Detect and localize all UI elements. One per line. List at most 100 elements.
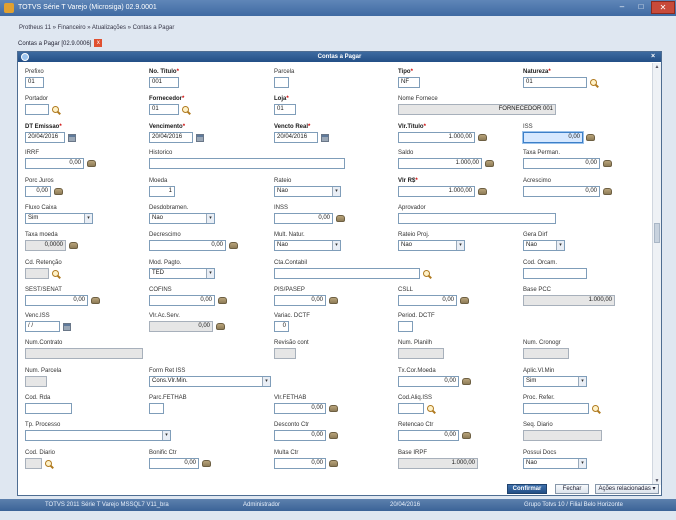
- calculator-icon[interactable]: [603, 160, 612, 167]
- porc-juros-field[interactable]: 0,00: [25, 186, 51, 197]
- tx-cor-moeda-field[interactable]: 0,00: [398, 376, 459, 387]
- pis-pasep-field[interactable]: 0,00: [274, 295, 326, 306]
- loja-field[interactable]: 01: [274, 104, 296, 115]
- calculator-icon[interactable]: [218, 297, 227, 304]
- calculator-icon[interactable]: [478, 134, 487, 141]
- maximize-icon[interactable]: □: [632, 1, 650, 14]
- fornecedor-field[interactable]: 01: [149, 104, 179, 115]
- desdobramen-select[interactable]: Nao ▾: [149, 213, 215, 224]
- decrescimo-field[interactable]: 0,00: [149, 240, 226, 251]
- dropdown-arrow-icon[interactable]: ▾: [206, 214, 214, 223]
- calculator-icon[interactable]: [229, 242, 238, 249]
- calculator-icon[interactable]: [603, 188, 612, 195]
- calculator-icon[interactable]: [202, 460, 211, 467]
- calculator-icon[interactable]: [586, 134, 595, 141]
- calculator-icon[interactable]: [478, 188, 487, 195]
- aprovador-field[interactable]: [398, 213, 556, 224]
- calculator-icon[interactable]: [91, 297, 100, 304]
- variac-dctf-field[interactable]: 0: [274, 321, 289, 332]
- dropdown-arrow-icon[interactable]: ▾: [556, 241, 564, 250]
- tp-processo-select[interactable]: ▾: [25, 430, 171, 441]
- dropdown-arrow-icon[interactable]: ▾: [332, 187, 340, 196]
- proc-refer-field[interactable]: [523, 403, 589, 414]
- calendar-icon[interactable]: [63, 323, 71, 331]
- dropdown-arrow-icon[interactable]: ▾: [456, 241, 464, 250]
- parcela-field[interactable]: [274, 77, 289, 88]
- saldo-field[interactable]: 1.000,00: [398, 158, 482, 169]
- bonific-ctr-field[interactable]: 0,00: [149, 458, 199, 469]
- dropdown-arrow-icon[interactable]: ▾: [578, 459, 586, 468]
- calculator-icon[interactable]: [329, 297, 338, 304]
- cofins-field[interactable]: 0,00: [149, 295, 215, 306]
- dropdown-arrow-icon[interactable]: ▾: [84, 214, 92, 223]
- vertical-scrollbar[interactable]: ▲ ▼: [652, 63, 661, 485]
- tab-contas-a-pagar[interactable]: Contas a Pagar [02.9.0006] x: [18, 39, 103, 49]
- close-button[interactable]: Fechar: [555, 484, 589, 494]
- calculator-icon[interactable]: [69, 242, 78, 249]
- search-lookup-icon[interactable]: [52, 270, 59, 277]
- dt-emissao-field[interactable]: 20/04/2016: [25, 132, 65, 143]
- calendar-icon[interactable]: [321, 134, 329, 142]
- calculator-icon[interactable]: [329, 432, 338, 439]
- dropdown-arrow-icon[interactable]: ▾: [262, 377, 270, 386]
- vlr-fethab-field[interactable]: 0,00: [274, 403, 326, 414]
- calculator-icon[interactable]: [329, 460, 338, 467]
- moeda-field[interactable]: 1: [149, 186, 175, 197]
- calculator-icon[interactable]: [216, 323, 225, 330]
- aplic-vl-min-select[interactable]: Sim ▾: [523, 376, 587, 387]
- retencao-ctr-field[interactable]: 0,00: [398, 430, 459, 441]
- close-icon[interactable]: ✕: [651, 1, 675, 14]
- search-lookup-icon[interactable]: [590, 79, 597, 86]
- iss-field[interactable]: 0,00: [523, 132, 583, 143]
- csll-field[interactable]: 0,00: [398, 295, 457, 306]
- dropdown-arrow-icon[interactable]: ▾: [206, 269, 214, 278]
- vlr-titulo-field[interactable]: 1.000,00: [398, 132, 475, 143]
- inss-field[interactable]: 0,00: [274, 213, 333, 224]
- taxa-perman-field[interactable]: 0,00: [523, 158, 600, 169]
- multa-ctr-field[interactable]: 0,00: [274, 458, 326, 469]
- related-actions-button[interactable]: Ações relacionadas ▾: [595, 484, 659, 494]
- calculator-icon[interactable]: [462, 378, 471, 385]
- no-titulo-field[interactable]: 001: [149, 77, 179, 88]
- calculator-icon[interactable]: [460, 297, 469, 304]
- natureza-field[interactable]: 01: [523, 77, 587, 88]
- mod-pagto-select[interactable]: TED ▾: [149, 268, 215, 279]
- dropdown-arrow-icon[interactable]: ▾: [332, 241, 340, 250]
- desconto-ctr-field[interactable]: 0,00: [274, 430, 326, 441]
- search-lookup-icon[interactable]: [423, 270, 430, 277]
- dropdown-arrow-icon[interactable]: ▾: [162, 431, 170, 440]
- possui-docs-select[interactable]: Nao ▾: [523, 458, 587, 469]
- scroll-thumb[interactable]: [654, 223, 660, 243]
- cod-rda-field[interactable]: [25, 403, 72, 414]
- calculator-icon[interactable]: [462, 432, 471, 439]
- search-lookup-icon[interactable]: [427, 405, 434, 412]
- tab-close-icon[interactable]: x: [94, 39, 103, 48]
- prefixo-field[interactable]: 01: [25, 77, 44, 88]
- venc-iss-field[interactable]: / /: [25, 321, 60, 332]
- calendar-icon[interactable]: [68, 134, 76, 142]
- period-dctf-field[interactable]: [398, 321, 413, 332]
- cod-orcam-field[interactable]: [523, 268, 587, 279]
- calculator-icon[interactable]: [329, 405, 338, 412]
- rateio-proj-select[interactable]: Nao ▾: [398, 240, 465, 251]
- scroll-up-icon[interactable]: ▲: [654, 64, 660, 70]
- acrescimo-field[interactable]: 0,00: [523, 186, 600, 197]
- form-ret-iss-select[interactable]: Cons.Vlr.Min. ▾: [149, 376, 271, 387]
- vencto-real-field[interactable]: 20/04/2016: [274, 132, 318, 143]
- dialog-close-icon[interactable]: ×: [649, 53, 657, 61]
- search-lookup-icon[interactable]: [592, 405, 599, 412]
- fluxo-caixa-select[interactable]: Sim ▾: [25, 213, 93, 224]
- sest-senat-field[interactable]: 0,00: [25, 295, 88, 306]
- search-lookup-icon[interactable]: [182, 106, 189, 113]
- mult-natur-select[interactable]: Nao ▾: [274, 240, 341, 251]
- rateio-select[interactable]: Nao ▾: [274, 186, 341, 197]
- calculator-icon[interactable]: [54, 188, 63, 195]
- tipo-field[interactable]: NF: [398, 77, 420, 88]
- parc-fethab-field[interactable]: [149, 403, 164, 414]
- vencimento-field[interactable]: 20/04/2016: [149, 132, 193, 143]
- search-lookup-icon[interactable]: [45, 460, 52, 467]
- irrf-field[interactable]: 0,00: [25, 158, 84, 169]
- vlr-r-field[interactable]: 1.000,00: [398, 186, 475, 197]
- cta-contabil-field[interactable]: [274, 268, 420, 279]
- dropdown-arrow-icon[interactable]: ▾: [578, 377, 586, 386]
